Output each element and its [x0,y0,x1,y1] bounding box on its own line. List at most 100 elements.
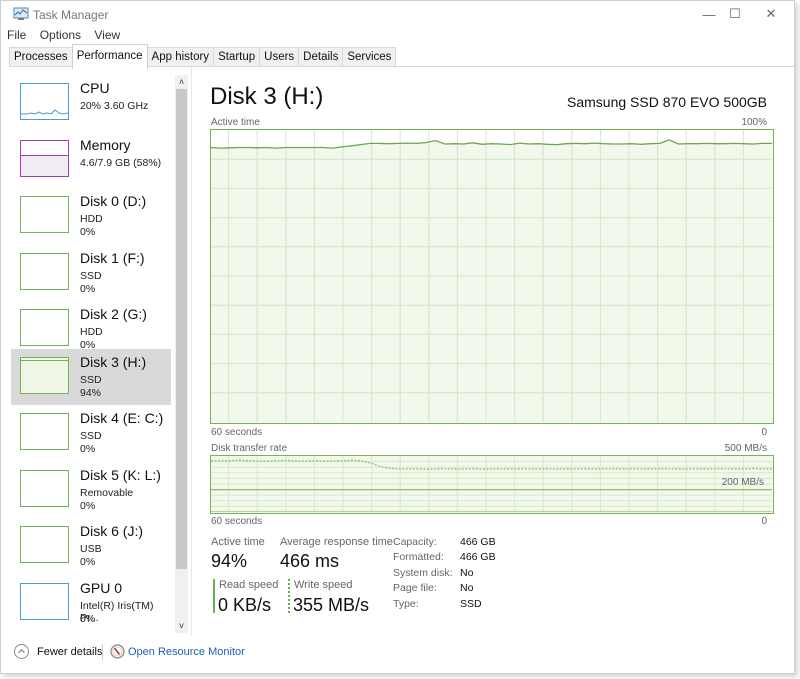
write-speed-value: 355 MB/s [293,595,370,615]
capacity-label: Capacity: [393,536,437,548]
sidebar-item-disk-4-e-c[interactable]: Disk 4 (E: C:) SSD 0% [11,405,171,461]
sidebar-item-detail: 20% 3.60 GHz [80,100,149,112]
read-speed-legend-line [213,579,215,613]
tab-performance[interactable]: Performance [71,44,148,69]
sidebar-item-value: 0% [80,556,96,568]
tab-services[interactable]: Services [342,47,397,67]
sidebar-item-memory[interactable]: Memory 4.6/7.9 GB (58%) [11,132,171,188]
disk-thumbnail-graph [20,470,69,507]
active-time-chart-label: Active time [211,117,260,128]
sidebar-item-value: 0% [80,443,96,455]
active-time-min-label: 0 [761,427,767,438]
sidebar-item-value: 0% [80,613,96,625]
system-disk-label: System disk: [393,567,453,579]
sidebar-item-disk-5-k-l[interactable]: Disk 5 (K: L:) Removable 0% [11,462,171,518]
gpu-thumbnail-graph [20,583,69,620]
sidebar-scrollbar[interactable]: ˄ ˅ [175,75,188,633]
scroll-up-button[interactable]: ˄ [175,75,188,89]
fewer-details-label: Fewer details [37,646,103,658]
capacity-value: 466 GB [460,536,496,548]
performance-sidebar: CPU 20% 3.60 GHz Memory 4.6/7.9 GB (58%) Dis… [11,75,175,635]
sidebar-item-detail: SSD [80,374,102,386]
active-time-stat-value: 94% [211,551,248,571]
disk-thumbnail-graph [20,309,69,346]
sidebar-item-value: 0% [80,283,96,295]
chart-unfilled-region [211,130,772,149]
disk-thumbnail-graph [20,253,69,290]
chevron-up-icon: ˄ [178,77,185,87]
footer: Fewer details Open Resource Monitor [1,637,794,667]
transfer-rate-chart [210,455,774,514]
sidebar-item-name: GPU 0 [80,580,123,596]
minimize-icon: — [702,6,716,22]
active-time-stat-label: Active time [211,536,265,548]
sidebar-item-gpu-0[interactable]: GPU 0 Intel(R) Iris(TM) Pr... 0% [11,575,171,631]
sidebar-item-cpu[interactable]: CPU 20% 3.60 GHz [11,75,171,131]
sidebar-item-name: Disk 3 (H:) [80,354,147,370]
sidebar-item-disk-6-j[interactable]: Disk 6 (J:) USB 0% [11,518,171,574]
active-time-max-label: 100% [741,117,767,128]
sidebar-item-name: Memory [80,137,131,153]
task-manager-window: Task Manager — ☐ ✕ File Options View Pro… [0,0,795,674]
panel-divider [191,67,192,635]
tab-details[interactable]: Details [298,47,344,67]
transfer-rate-plot [211,456,772,512]
disk-thumbnail-graph [20,357,69,394]
open-resource-monitor-label: Open Resource Monitor [128,646,245,658]
maximize-button[interactable]: ☐ [717,1,753,27]
tab-app-history[interactable]: App history [146,47,215,67]
sidebar-item-detail: Removable [80,487,134,499]
page-title: Disk 3 (H:) [210,83,324,110]
disk-thumbnail-graph [20,413,69,450]
sidebar-item-detail: 4.6/7.9 GB (58%) [80,157,162,169]
memory-thumbnail-graph [20,140,69,177]
menu-file[interactable]: File [7,28,26,42]
tab-processes[interactable]: Processes [9,47,73,67]
sidebar-item-detail: USB [80,543,102,555]
read-speed-label: Read speed [219,579,279,591]
scroll-thumb[interactable] [176,89,187,569]
sidebar-item-name: Disk 5 (K: L:) [80,467,161,483]
sidebar-item-name: Disk 6 (J:) [80,523,143,539]
disk-model: Samsung SSD 870 EVO 500GB [567,94,767,110]
menu-bar: File Options View [7,28,130,44]
task-manager-icon [13,7,29,20]
tab-bar: Processes Performance App history Startu… [9,44,397,69]
sidebar-item-detail: SSD [80,270,102,282]
sidebar-item-value: 0% [80,226,96,238]
menu-view[interactable]: View [94,28,120,42]
disk-thumbnail-graph [20,526,69,563]
sidebar-item-value: 0% [80,500,96,512]
tab-startup[interactable]: Startup [213,47,261,67]
resource-monitor-icon [110,644,125,659]
active-time-duration-label: 60 seconds [211,427,263,438]
sidebar-item-value: 94% [80,387,102,399]
scroll-down-button[interactable]: ˅ [175,619,188,633]
chevron-down-icon: ˅ [178,621,185,631]
transfer-max-label: 500 MB/s [724,443,767,454]
transfer-chart-label: Disk transfer rate [211,443,288,454]
cpu-thumbnail-graph [20,83,69,120]
transfer-min-label: 0 [761,516,767,527]
formatted-label: Formatted: [393,551,444,563]
page-file-label: Page file: [393,582,437,594]
menu-options[interactable]: Options [40,28,81,42]
transfer-mid-label: 200 MB/s [721,477,764,488]
avg-response-label: Average response time [280,536,393,548]
footer-divider [102,644,103,660]
close-button[interactable]: ✕ [753,1,789,27]
sidebar-item-disk-3-h[interactable]: Disk 3 (H:) SSD 94% [11,349,171,405]
title-bar: Task Manager — ☐ ✕ [1,1,794,27]
avg-response-value: 466 ms [280,551,340,571]
tab-users[interactable]: Users [259,47,300,67]
sidebar-item-disk-1-f[interactable]: Disk 1 (F:) SSD 0% [11,245,171,301]
write-speed-legend-line [288,579,290,613]
sidebar-item-name: Disk 1 (F:) [80,250,145,266]
sidebar-item-disk-0-d[interactable]: Disk 0 (D:) HDD 0% [11,188,171,244]
sidebar-item-detail: HDD [80,326,103,338]
disk-thumbnail-graph [20,196,69,233]
close-icon: ✕ [765,6,777,21]
sidebar-item-name: CPU [80,80,110,96]
write-speed-label: Write speed [294,579,353,591]
active-time-plot [211,130,772,422]
